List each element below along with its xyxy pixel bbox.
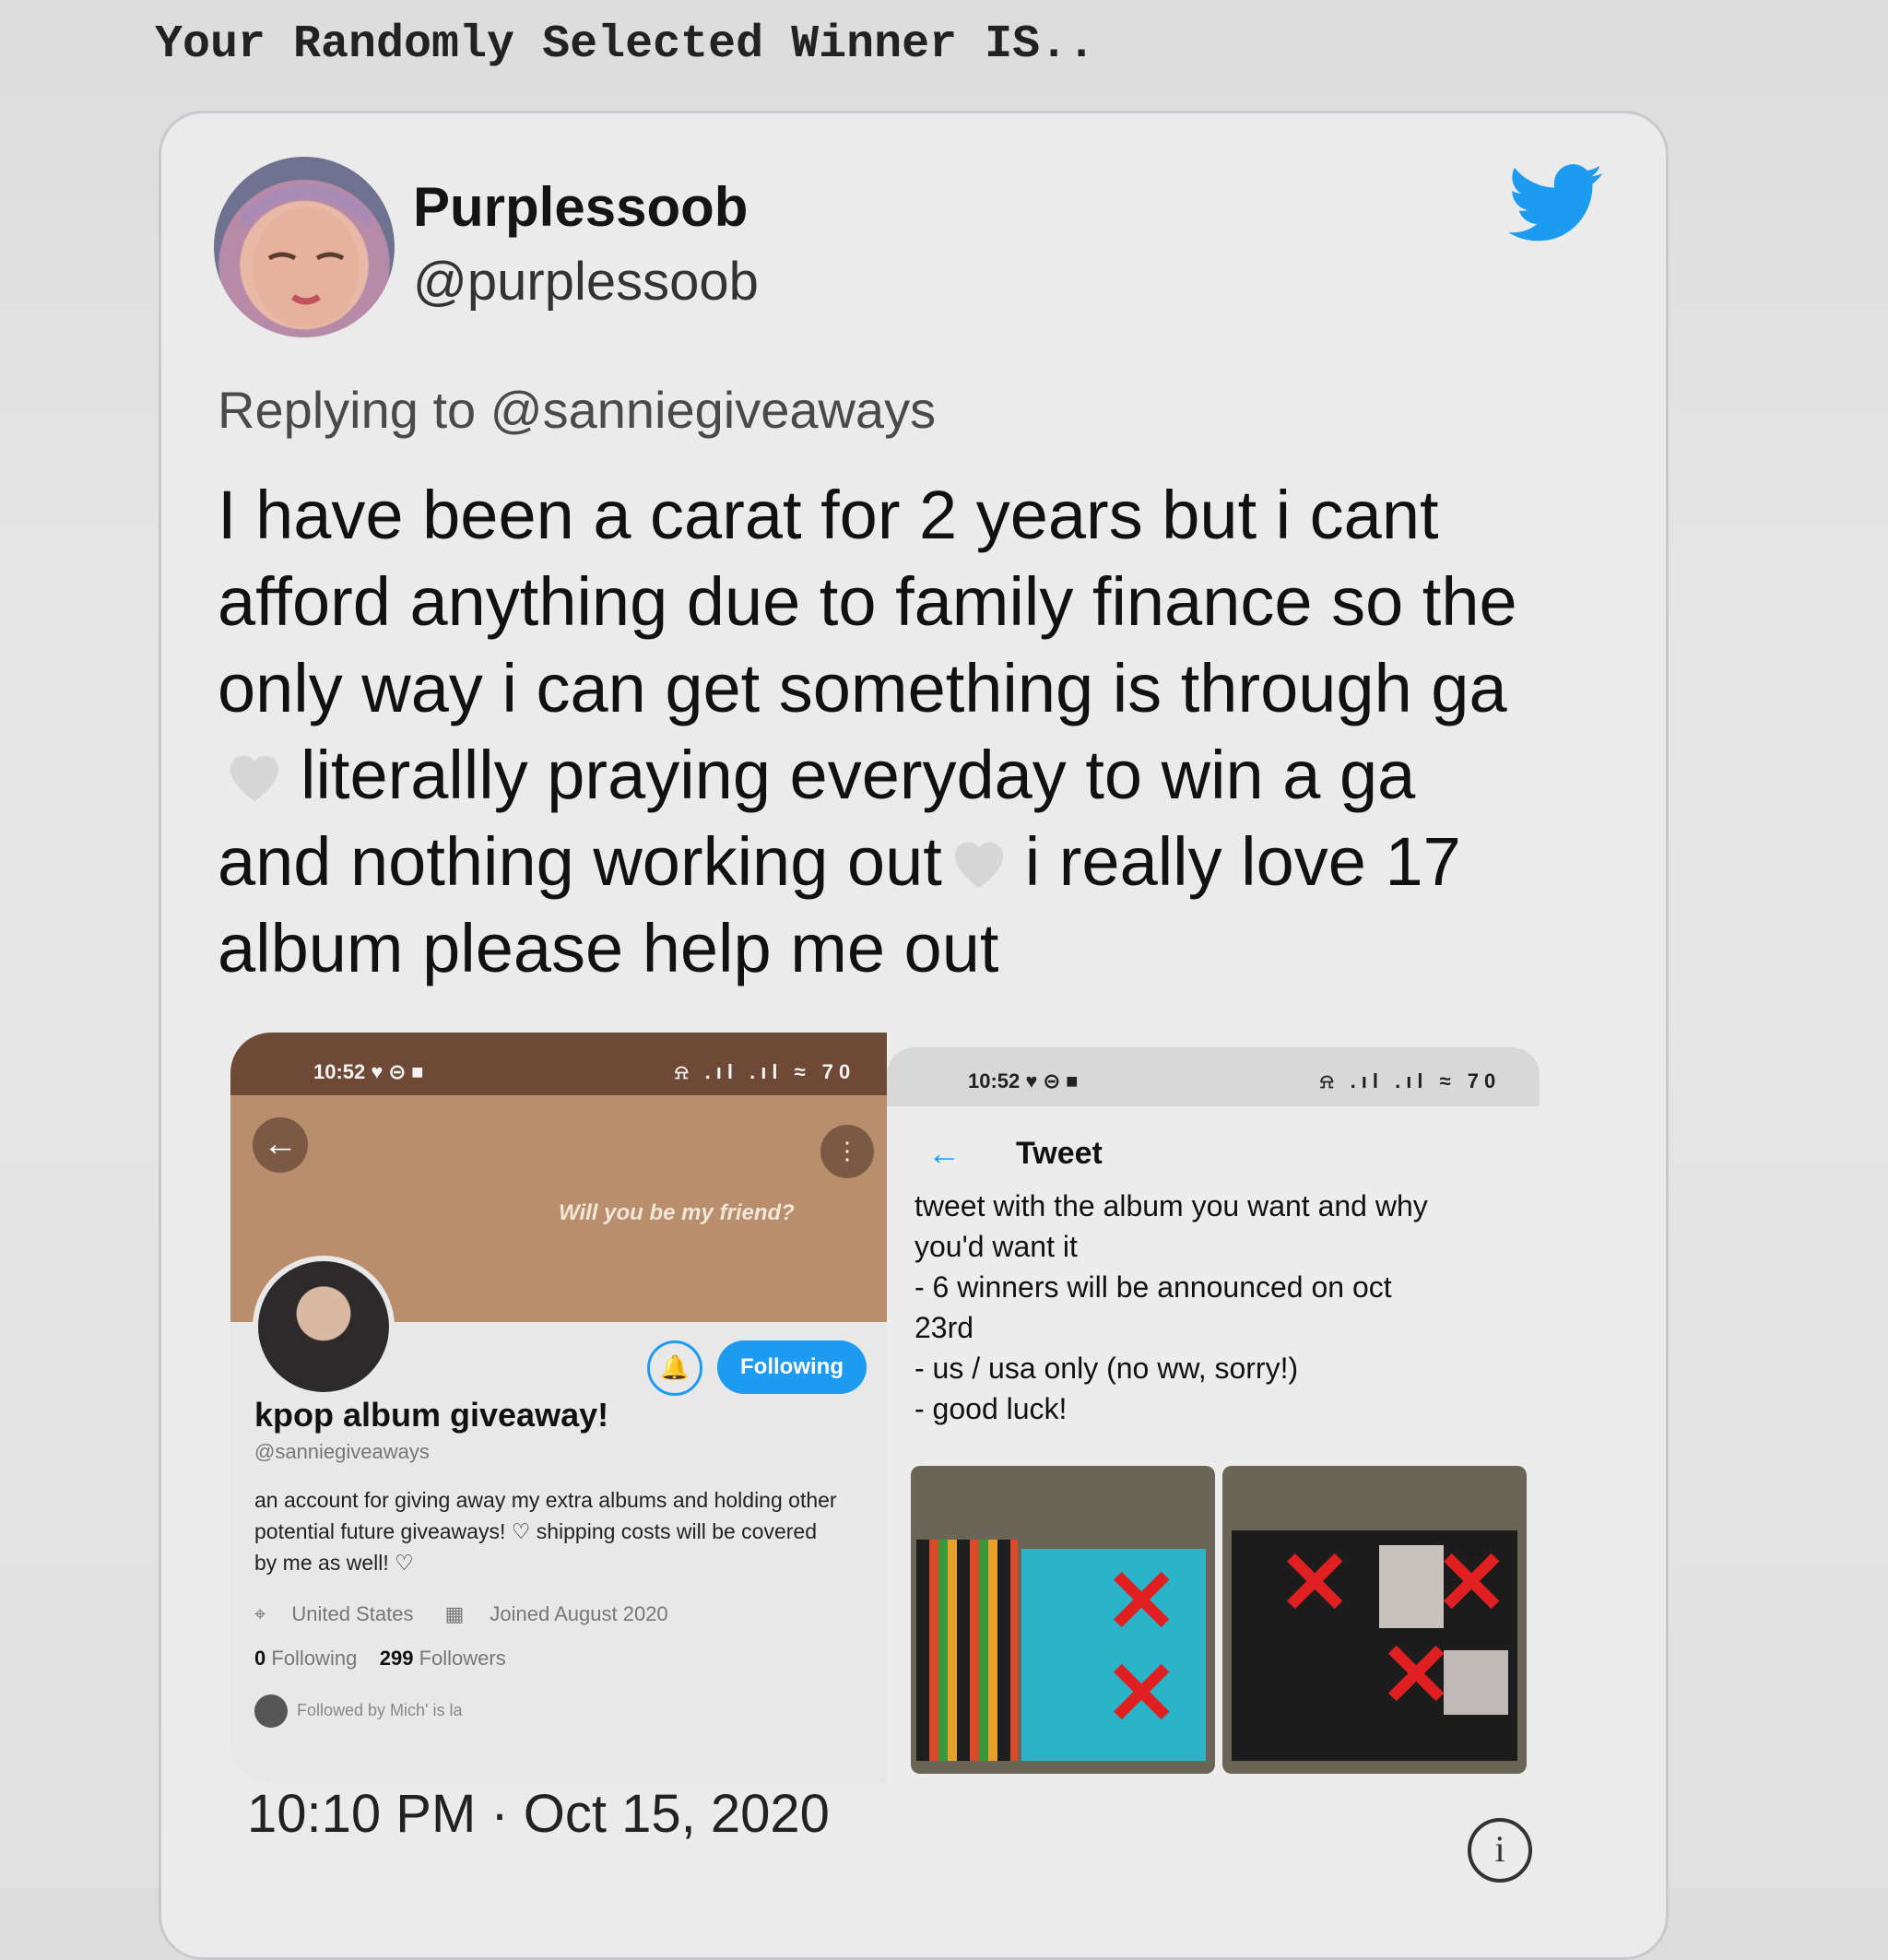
red-x-mark: ✕	[1278, 1534, 1352, 1633]
status-bar: 10:52 ♥ ⊝ ■ ⍾ .ıl .ıl ≈ 70	[230, 1033, 887, 1095]
red-x-mark: ✕	[1434, 1534, 1509, 1633]
tweet-line-text: i really love 17	[1024, 823, 1461, 900]
status-right-icons: ⍾ .ıl .ıl ≈ 70	[1320, 1069, 1502, 1092]
rules-line: 23rd	[914, 1311, 974, 1344]
rules-line: tweet with the album you want and why	[914, 1189, 1428, 1222]
tweet-media[interactable]: 10:52 ♥ ⊝ ■ ⍾ .ıl .ıl ≈ 70 ← ⋮ Will you …	[230, 1033, 1540, 1783]
profile-counts: 0 Following 299 Followers	[254, 1647, 506, 1671]
rules-line: - good luck!	[914, 1392, 1068, 1425]
following-count[interactable]: 0	[254, 1647, 266, 1670]
album-cover	[1444, 1650, 1508, 1715]
status-time: 10:52 ♥ ⊝ ■	[313, 1060, 423, 1084]
white-heart-icon	[230, 755, 279, 802]
twitter-bird-icon	[1508, 164, 1603, 242]
tweet-line: afford anything due to family finance so…	[218, 563, 1517, 640]
page-title: Your Randomly Selected Winner IS..	[155, 18, 1096, 71]
profile-meta: ⌖ United States ▦ Joined August 2020	[254, 1602, 694, 1626]
followers-label[interactable]: Followers	[419, 1647, 506, 1670]
tweet-line: album please help me out	[218, 910, 999, 986]
album-stack	[916, 1540, 1018, 1761]
notification-bell-icon[interactable]: 🔔	[647, 1340, 702, 1396]
white-heart-icon	[954, 842, 1003, 889]
profile-location: United States	[291, 1602, 414, 1625]
back-arrow-icon[interactable]: ←	[253, 1117, 308, 1173]
tweet-screen-title: Tweet	[1016, 1136, 1103, 1171]
replying-prefix: Replying to	[218, 381, 477, 439]
red-x-mark: ✕	[1104, 1553, 1179, 1651]
calendar-icon: ▦	[444, 1602, 465, 1625]
replying-to: Replying to @sanniegiveaways	[218, 380, 936, 440]
tweet-text: I have been a carat for 2 years but i ca…	[218, 472, 1619, 992]
profile-joined: Joined August 2020	[490, 1602, 668, 1625]
reply-mention-link[interactable]: @sanniegiveaways	[490, 381, 936, 439]
status-icons: ♥ ⊝ ■	[1025, 1069, 1079, 1092]
tweet-screenshot[interactable]: 10:52 ♥ ⊝ ■ ⍾ .ıl .ıl ≈ 70 ← Tweet tweet…	[887, 1033, 1540, 1783]
tweet-line: only way i can get something is through …	[218, 650, 1507, 726]
banner-text: Will you be my friend?	[559, 1200, 795, 1225]
status-time-text: 10:52	[313, 1060, 366, 1083]
rules-line: - 6 winners will be announced on oct	[914, 1270, 1392, 1304]
follower-avatar	[254, 1694, 288, 1728]
followed-by: Followed by Mich' is la	[254, 1694, 463, 1728]
giveaway-rules: tweet with the album you want and why yo…	[914, 1186, 1523, 1429]
tweet-timestamp[interactable]: 10:10 PM · Oct 15, 2020	[247, 1783, 830, 1845]
profile-bio: an account for giving away my extra albu…	[254, 1488, 837, 1575]
status-time-text: 10:52	[968, 1069, 1021, 1092]
more-options-icon[interactable]: ⋮	[820, 1125, 874, 1178]
red-x-mark: ✕	[1104, 1645, 1179, 1743]
tweet-line: literallly praying everyday to win a ga	[218, 732, 1619, 819]
status-right-icons: ⍾ .ıl .ıl ≈ 70	[675, 1060, 856, 1083]
rules-line: - us / usa only (no ww, sorry!)	[914, 1352, 1299, 1385]
tweet-line: I have been a carat for 2 years but i ca…	[218, 477, 1439, 553]
red-x-mark: ✕	[1379, 1626, 1454, 1725]
tweet-line-text: literallly praying everyday to win a ga	[301, 737, 1416, 813]
tweet-line-text: and nothing working out	[218, 823, 942, 900]
user-handle[interactable]: @purplessoob	[413, 251, 759, 313]
display-name[interactable]: Purplessoob	[413, 175, 748, 239]
status-bar: 10:52 ♥ ⊝ ■ ⍾ .ıl .ıl ≈ 70	[887, 1047, 1540, 1106]
tweet-line: and nothing working out i really love 17	[218, 819, 1619, 905]
profile-avatar	[253, 1256, 395, 1398]
followed-by-text: Followed by Mich' is la	[297, 1700, 463, 1719]
following-label[interactable]: Following	[271, 1647, 357, 1670]
profile-handle: @sanniegiveaways	[254, 1440, 430, 1463]
rules-line: you'd want it	[914, 1230, 1078, 1263]
profile-name: kpop album giveaway!	[254, 1396, 609, 1434]
status-time: 10:52 ♥ ⊝ ■	[968, 1069, 1078, 1093]
location-icon: ⌖	[254, 1602, 266, 1625]
album-photos[interactable]: ✕ ✕ ✕ ✕ ✕	[911, 1466, 1527, 1774]
following-button[interactable]: Following	[717, 1340, 867, 1394]
status-icons: ♥ ⊝ ■	[371, 1060, 424, 1083]
back-arrow-icon[interactable]: ←	[927, 1134, 961, 1173]
album-photo[interactable]: ✕ ✕ ✕	[1222, 1466, 1527, 1774]
profile-screenshot[interactable]: 10:52 ♥ ⊝ ■ ⍾ .ıl .ıl ≈ 70 ← ⋮ Will you …	[230, 1033, 887, 1783]
avatar[interactable]	[214, 157, 395, 337]
album-photo[interactable]: ✕ ✕	[911, 1466, 1215, 1774]
info-icon[interactable]: i	[1468, 1818, 1532, 1883]
followers-count[interactable]: 299	[380, 1647, 414, 1670]
